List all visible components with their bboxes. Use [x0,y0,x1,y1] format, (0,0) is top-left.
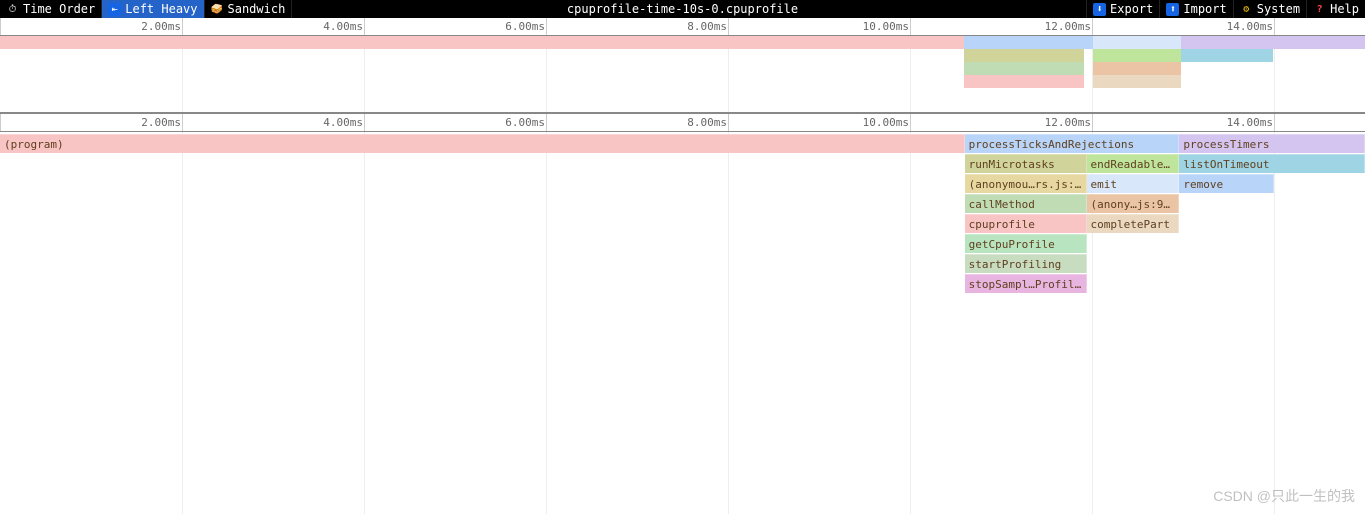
flame-frame[interactable]: getCpuProfile [965,234,1087,253]
ruler-tick: 8.00ms [728,18,729,35]
tick-label: 4.00ms [323,20,363,33]
tick-label: 2.00ms [141,20,181,33]
clock-icon: ⏱ [6,3,19,16]
minimap-band[interactable] [964,75,1084,88]
tab-sandwich[interactable]: 🥪 Sandwich [205,0,293,18]
ruler-tick: 6.00ms [546,18,547,35]
minimap-ruler[interactable]: 2.00ms 4.00ms 6.00ms 8.00ms 10.00ms 12.00ms 14… [0,18,1365,36]
flame-frame[interactable]: endReadableNT [1087,154,1180,173]
button-label: System [1257,2,1300,16]
minimap-band[interactable] [0,36,964,49]
ruler-tick [0,114,1,131]
system-button[interactable]: ⚙ System [1233,0,1306,18]
tick-label: 10.00ms [863,20,909,33]
tab-label: Sandwich [228,2,286,16]
watermark: CSDN @只此一生的我 [1213,486,1355,506]
tick-label: 6.00ms [505,116,545,129]
tick-label: 12.00ms [1045,116,1091,129]
tick-label: 8.00ms [687,20,727,33]
ruler-tick: 14.00ms [1274,114,1275,131]
flame-frame[interactable]: processTicksAndRejections [965,134,1180,153]
minimap[interactable] [0,36,1365,114]
minimap-band[interactable] [1181,36,1365,49]
tick-label: 10.00ms [863,116,909,129]
export-button[interactable]: ⬇ Export [1086,0,1159,18]
minimap-band[interactable] [964,49,1084,62]
flame-frame[interactable]: stopSampl…Profilin [965,274,1087,293]
button-label: Help [1330,2,1359,16]
flame-frame[interactable]: (anony…js:933 [1087,194,1180,213]
minimap-band[interactable] [964,62,1084,75]
tick-label: 14.00ms [1227,20,1273,33]
detail-ruler[interactable]: 2.00ms 4.00ms 6.00ms 8.00ms 10.00ms 12.00ms 14… [0,114,1365,132]
minimap-band[interactable] [1093,62,1181,75]
ruler-tick: 4.00ms [364,114,365,131]
sandwich-icon: 🥪 [211,3,224,16]
minimap-band[interactable] [1093,36,1181,49]
topbar-right: ⬇ Export ⬆ Import ⚙ System ? Help [1086,0,1365,18]
help-button[interactable]: ? Help [1306,0,1365,18]
ruler-tick: 8.00ms [728,114,729,131]
ruler-tick: 12.00ms [1092,114,1093,131]
help-icon: ? [1313,3,1326,16]
gear-icon: ⚙ [1240,3,1253,16]
tab-label: Time Order [23,2,95,16]
tick-label: 4.00ms [323,116,363,129]
flame-frame[interactable]: emit [1087,174,1180,193]
topbar: ⏱ Time Order ⇤ Left Heavy 🥪 Sandwich cpu… [0,0,1365,18]
button-label: Export [1110,2,1153,16]
tick-label: 6.00ms [505,20,545,33]
import-button[interactable]: ⬆ Import [1159,0,1232,18]
flame-frame[interactable]: callMethod [965,194,1087,213]
flame-frame[interactable]: runMicrotasks [965,154,1087,173]
minimap-band[interactable] [1093,75,1181,88]
flame-graph[interactable]: (program)processTicksAndRejectionsproces… [0,132,1365,514]
button-label: Import [1183,2,1226,16]
flame-frame[interactable]: (anonymou…rs.js:92 [965,174,1087,193]
left-heavy-icon: ⇤ [108,3,121,16]
tick-label: 14.00ms [1227,116,1273,129]
ruler-tick: 14.00ms [1274,18,1275,35]
export-icon: ⬇ [1093,3,1106,16]
tick-label: 2.00ms [141,116,181,129]
ruler-tick: 10.00ms [910,18,911,35]
ruler-tick: 4.00ms [364,18,365,35]
flame-frame[interactable]: completePart [1087,214,1180,233]
tick-label: 12.00ms [1045,20,1091,33]
tick-label: 8.00ms [687,116,727,129]
ruler-tick: 2.00ms [182,114,183,131]
ruler-tick: 12.00ms [1092,18,1093,35]
minimap-band[interactable] [1093,49,1181,62]
flame-frame[interactable]: listOnTimeout [1179,154,1365,173]
ruler-tick: 2.00ms [182,18,183,35]
tab-time-order[interactable]: ⏱ Time Order [0,0,102,18]
flame-frame[interactable]: processTimers [1179,134,1365,153]
flame-frame[interactable]: remove [1179,174,1274,193]
flame-frame[interactable]: cpuprofile [965,214,1087,233]
tab-label: Left Heavy [125,2,197,16]
ruler-tick: 10.00ms [910,114,911,131]
tab-left-heavy[interactable]: ⇤ Left Heavy [102,0,204,18]
minimap-band[interactable] [1181,49,1273,62]
flame-frame[interactable]: (program) [0,134,965,153]
flame-frame[interactable]: startProfiling [965,254,1087,273]
ruler-tick [0,18,1,35]
import-icon: ⬆ [1166,3,1179,16]
ruler-tick: 6.00ms [546,114,547,131]
